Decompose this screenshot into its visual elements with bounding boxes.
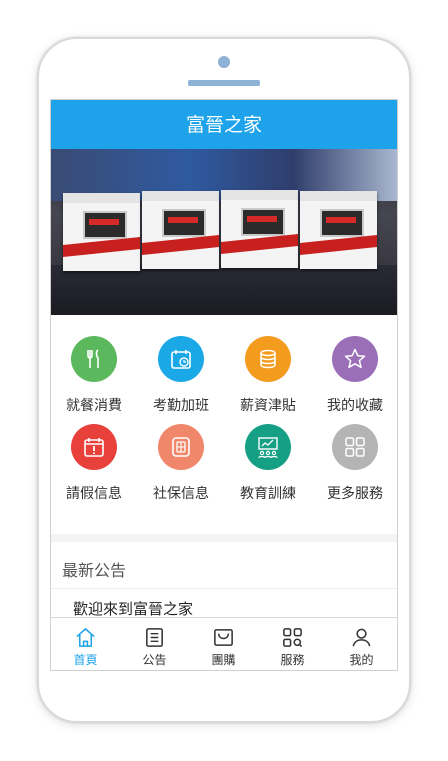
coins-icon [245,336,291,382]
menu-item-dining[interactable]: 就餐消費 [51,336,137,416]
menu-item-label: 薪資津貼 [240,398,296,414]
tab-label: 公告 [142,653,167,667]
menu-item-label: 就餐消費 [66,398,122,414]
user-icon [352,628,371,647]
menu-item-favorites[interactable]: 我的收藏 [312,336,397,416]
home-icon [76,628,95,647]
bottom-tab-bar: 首頁 公告 團購 服務 我的 [51,617,397,670]
camera-dot [218,56,230,68]
star-icon [332,336,378,382]
tab-label: 我的 [349,653,374,667]
menu-item-label: 更多服務 [327,486,383,502]
menu-item-social-security[interactable]: 社保信息 [138,424,224,504]
menu-item-label: 教育訓練 [240,486,296,502]
menu-item-leave[interactable]: 請假信息 [51,424,137,504]
service-icon [283,628,303,648]
tab-me[interactable]: 我的 [327,618,396,670]
tab-label: 首頁 [73,653,98,667]
tab-label: 團購 [211,653,236,667]
calendar-alert-icon [71,424,117,470]
menu-item-label: 社保信息 [153,486,209,502]
app-header: 富晉之家 [51,100,397,149]
divider [51,588,397,589]
grid-icon [332,424,378,470]
cart-icon [214,629,233,646]
menu-item-salary[interactable]: 薪資津貼 [225,336,311,416]
banner-image[interactable] [51,149,397,315]
training-icon [245,424,291,470]
card-icon [158,424,204,470]
menu-item-attendance[interactable]: 考勤加班 [138,336,224,416]
section-divider [51,534,397,542]
tab-label: 服務 [280,653,305,667]
utensils-icon [71,336,117,382]
menu-item-label: 我的收藏 [327,398,383,414]
app-title: 富晉之家 [185,114,262,136]
tab-home[interactable]: 首頁 [51,618,120,670]
tab-notice[interactable]: 公告 [120,618,189,670]
calendar-clock-icon [158,336,204,382]
menu-item-label: 考勤加班 [153,398,209,414]
app-screen: 富晉之家 就餐消費 考勤加班 薪資津貼 我的收藏 請假信息 社保信息 教育訓練 … [50,99,398,671]
notice-section-title: 最新公告 [62,561,127,580]
menu-item-training[interactable]: 教育訓練 [225,424,311,504]
menu-item-more[interactable]: 更多服務 [312,424,397,504]
notice-item[interactable]: 歡迎來到富晉之家 [73,598,193,619]
menu-item-label: 請假信息 [66,486,122,502]
speaker-slot [188,80,260,86]
tab-service[interactable]: 服務 [258,618,327,670]
notice-icon [146,628,163,647]
tab-group-buy[interactable]: 團購 [189,618,258,670]
